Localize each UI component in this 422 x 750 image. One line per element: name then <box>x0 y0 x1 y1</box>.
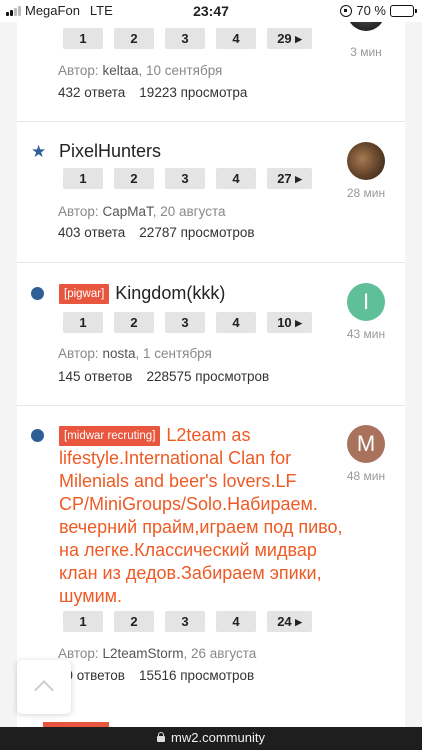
topic-stats: 59 ответов 15516 просмотров <box>58 668 254 683</box>
page-link[interactable]: 4 <box>216 28 256 49</box>
topic-date: , 10 сентября <box>138 63 223 78</box>
page-link[interactable]: 1 <box>63 168 103 189</box>
topic-stats: 145 ответов 228575 просмотров <box>58 369 269 384</box>
topic-title[interactable]: PixelHunters <box>59 140 344 163</box>
view-count: 22787 просмотров <box>139 225 255 240</box>
page-link[interactable]: 3 <box>165 312 205 333</box>
topic-title[interactable]: [pigwar] Kingdom(kkk) <box>59 282 344 305</box>
avatar[interactable]: M <box>347 425 385 463</box>
page-link[interactable]: 4 <box>216 168 256 189</box>
author-link[interactable]: keltaa <box>102 63 138 78</box>
rotation-lock-icon <box>340 4 353 17</box>
author-link[interactable]: nosta <box>102 346 135 361</box>
topic-prefix[interactable]: [pigwar] <box>59 284 110 304</box>
lock-icon <box>157 732 166 742</box>
topic-date: , 20 августа <box>152 204 226 219</box>
topic-author: Автор: L2teamStorm, 26 августа <box>58 646 256 661</box>
topic-row[interactable]: [midwar recruting] L2team as lifestyle.In… <box>17 406 405 727</box>
reply-count: 145 ответов <box>58 369 133 384</box>
avatar-initial: M <box>356 431 376 456</box>
page-link[interactable]: 3 <box>165 611 205 632</box>
star-icon: ★ <box>31 142 47 161</box>
chevron-up-icon <box>34 680 54 700</box>
page-link[interactable]: 4 <box>216 611 256 632</box>
url-domain: mw2.community <box>171 730 265 745</box>
last-page-link[interactable]: 27 ▸ <box>267 168 312 189</box>
page-link[interactable]: 3 <box>165 168 205 189</box>
last-post-time[interactable]: 3 мин <box>337 45 395 59</box>
page-link[interactable]: 4 <box>216 312 256 333</box>
status-right: 70 % <box>340 3 417 18</box>
topic-title[interactable]: [midwar recruting] L2team as lifestyle.In… <box>59 424 344 608</box>
battery-percent: 70 % <box>356 3 386 18</box>
topic-row[interactable]: ★ PixelHunters 1 2 3 4 27 ▸ 28 мин Автор… <box>17 122 405 263</box>
page-link[interactable]: 1 <box>63 28 103 49</box>
last-post-time[interactable]: 28 мин <box>337 186 395 200</box>
view-count: 15516 просмотров <box>138 668 255 683</box>
topic-title-text[interactable]: Kingdom(kkk) <box>115 283 225 303</box>
page-link[interactable]: 1 <box>63 312 103 333</box>
avatar[interactable] <box>347 142 385 180</box>
browser-url-bar[interactable]: mw2.community <box>0 727 422 750</box>
status-bar: MegaFon LTE 23:47 70 % <box>0 0 422 22</box>
last-post-time[interactable]: 48 мин <box>337 469 395 483</box>
page-link[interactable]: 1 <box>63 611 103 632</box>
author-label: Автор: <box>58 204 99 219</box>
topic-author: Автор: nosta, 1 сентября <box>58 346 212 361</box>
pagination: 1 2 3 4 27 ▸ <box>63 168 312 189</box>
author-label: Автор: <box>58 63 99 78</box>
reply-count: 432 ответа <box>58 85 126 100</box>
topic-title-text[interactable]: L2team as lifestyle.International Clan f… <box>59 425 343 606</box>
page-link[interactable]: 3 <box>165 28 205 49</box>
author-link[interactable]: L2teamStorm <box>102 646 183 661</box>
avatar[interactable]: I <box>347 283 385 321</box>
author-label: Автор: <box>58 646 99 661</box>
page-link[interactable]: 2 <box>114 611 154 632</box>
topic-author: Автор: CapMaT, 20 августа <box>58 204 226 219</box>
battery-icon <box>390 4 417 17</box>
author-label: Автор: <box>58 346 99 361</box>
topic-row[interactable]: [pigwar] Kingdom(kkk) 1 2 3 4 10 ▸ I 43 м… <box>17 263 405 406</box>
topic-date: , 26 августа <box>183 646 257 661</box>
page-link[interactable]: 2 <box>114 28 154 49</box>
author-link[interactable]: CapMaT <box>102 204 152 219</box>
topic-list: 1 2 3 4 29 ▸ 3 мин Автор: keltaa, 10 сен… <box>17 0 405 727</box>
pagination: 1 2 3 4 24 ▸ <box>63 611 312 632</box>
topic-stats: 432 ответа 19223 просмотра <box>58 85 247 100</box>
topic-prefix[interactable]: [midwar recruting] <box>59 426 161 446</box>
scroll-to-top-button[interactable] <box>17 660 71 714</box>
last-post-time[interactable]: 43 мин <box>337 327 395 341</box>
view-count: 19223 просмотра <box>139 85 248 100</box>
topic-title-text[interactable]: PixelHunters <box>59 141 161 161</box>
page-link[interactable]: 2 <box>114 312 154 333</box>
page-link[interactable]: 2 <box>114 168 154 189</box>
last-page-link[interactable]: 29 ▸ <box>267 28 312 49</box>
unread-dot-icon <box>31 429 44 442</box>
last-page-link[interactable]: 10 ▸ <box>267 312 312 333</box>
unread-dot-icon <box>31 287 44 300</box>
topic-stats: 403 ответа 22787 просмотров <box>58 225 255 240</box>
view-count: 228575 просмотров <box>146 369 270 384</box>
pagination: 1 2 3 4 10 ▸ <box>63 312 312 333</box>
topic-date: , 1 сентября <box>135 346 212 361</box>
reply-count: 403 ответа <box>58 225 126 240</box>
pagination: 1 2 3 4 29 ▸ <box>63 28 312 49</box>
avatar-initial: I <box>362 289 370 314</box>
topic-author: Автор: keltaa, 10 сентября <box>58 63 222 78</box>
last-page-link[interactable]: 24 ▸ <box>267 611 312 632</box>
